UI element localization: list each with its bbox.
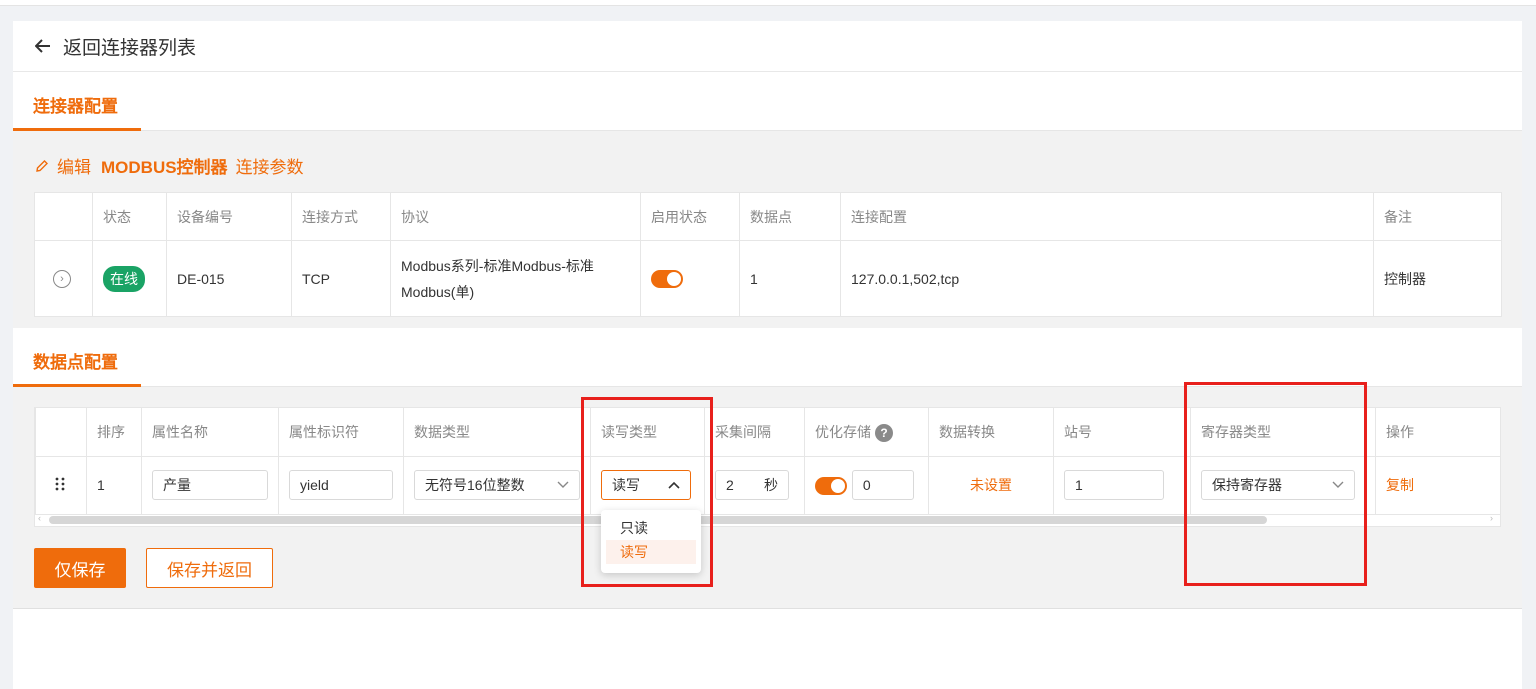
header-config: 连接配置 bbox=[840, 192, 1374, 241]
main-card: 返回连接器列表 连接器配置 编辑 MODBUS控制器 连接参数 状态 设备编号 … bbox=[13, 21, 1522, 689]
drag-cell[interactable] bbox=[35, 455, 87, 515]
header-attr-id: 属性标识符 bbox=[278, 408, 404, 457]
optimize-input[interactable]: 0 bbox=[851, 470, 914, 500]
status-badge: 在线 bbox=[103, 265, 145, 292]
arrow-left-icon bbox=[35, 39, 51, 53]
top-strip bbox=[0, 0, 1536, 6]
back-label: 返回连接器列表 bbox=[63, 37, 197, 59]
tab-label: 数据点配置 bbox=[33, 353, 118, 372]
points-cell: 1 bbox=[739, 240, 841, 317]
tab-label: 连接器配置 bbox=[33, 97, 118, 116]
device-id-cell: DE-015 bbox=[166, 240, 292, 317]
back-to-list-link[interactable]: 返回连接器列表 bbox=[13, 21, 1522, 72]
enabled-toggle[interactable] bbox=[651, 269, 683, 288]
drag-handle-icon[interactable] bbox=[54, 476, 66, 492]
enabled-cell bbox=[640, 240, 740, 317]
connector-table: 状态 设备编号 连接方式 协议 启用状态 数据点 连接配置 备注 › 在线 DE… bbox=[34, 192, 1502, 317]
table-row: › 在线 DE-015 TCP Modbus系列-标准Modbus-标准 Mod… bbox=[34, 240, 1502, 317]
save-only-button[interactable]: 仅保存 bbox=[34, 548, 126, 588]
expand-cell[interactable]: › bbox=[34, 240, 93, 317]
help-icon[interactable]: ? bbox=[875, 423, 893, 442]
connector-panel: 编辑 MODBUS控制器 连接参数 状态 设备编号 连接方式 协议 启用状态 数… bbox=[13, 131, 1522, 328]
remark-cell: 控制器 bbox=[1373, 240, 1502, 317]
header-optimize: 优化存储? bbox=[804, 408, 929, 457]
edit-suffix: 连接参数 bbox=[235, 158, 304, 177]
attr-id-input[interactable]: yield bbox=[289, 470, 393, 500]
header-optimize-label: 优化存储 bbox=[815, 423, 871, 440]
table-header-row: 状态 设备编号 连接方式 协议 启用状态 数据点 连接配置 备注 bbox=[34, 192, 1502, 241]
config-cell: 127.0.0.1,502,tcp bbox=[840, 240, 1374, 317]
protocol-line-2: Modbus(单) bbox=[401, 283, 475, 300]
interval-unit: 秒 bbox=[764, 477, 778, 493]
conversion-link[interactable]: 未设置 bbox=[970, 477, 1012, 493]
protocol-line-1: Modbus系列-标准Modbus-标准 bbox=[401, 257, 594, 274]
data-type-value: 无符号16位整数 bbox=[425, 477, 525, 493]
scroll-right-icon[interactable]: › bbox=[1490, 513, 1493, 523]
copy-link[interactable]: 复制 bbox=[1386, 477, 1414, 493]
header-attr-name: 属性名称 bbox=[141, 408, 279, 457]
edit-prefix: 编辑 bbox=[57, 158, 91, 177]
header-device-id: 设备编号 bbox=[166, 192, 292, 241]
order-cell: 1 bbox=[86, 455, 142, 515]
header-points: 数据点 bbox=[739, 192, 841, 241]
connector-name: MODBUS控制器 bbox=[101, 158, 228, 177]
chevron-down-icon bbox=[557, 481, 569, 489]
header-station: 站号 bbox=[1053, 408, 1191, 457]
interval-value: 2 bbox=[726, 477, 734, 493]
attr-name-input[interactable]: 产量 bbox=[152, 470, 268, 500]
data-type-select[interactable]: 无符号16位整数 bbox=[414, 470, 580, 500]
scroll-left-icon[interactable]: ‹ bbox=[38, 513, 41, 523]
header-cell bbox=[34, 192, 93, 241]
station-cell: 1 bbox=[1053, 455, 1191, 515]
station-input[interactable]: 1 bbox=[1064, 470, 1164, 500]
optimize-cell: 0 bbox=[804, 455, 929, 515]
header-interval: 采集间隔 bbox=[704, 408, 805, 457]
header-conversion: 数据转换 bbox=[928, 408, 1054, 457]
highlight-box-rw-type bbox=[581, 397, 713, 587]
edit-heading: 编辑 MODBUS控制器 连接参数 bbox=[35, 153, 304, 178]
protocol-cell: Modbus系列-标准Modbus-标准 Modbus(单) bbox=[390, 240, 641, 317]
interval-input[interactable]: 2 秒 bbox=[715, 470, 789, 500]
header-status: 状态 bbox=[92, 192, 167, 241]
attr-name-cell: 产量 bbox=[141, 455, 279, 515]
section-tab-connector[interactable]: 连接器配置 bbox=[13, 72, 1522, 131]
header-enabled: 启用状态 bbox=[640, 192, 740, 241]
action-cell: 复制 bbox=[1375, 455, 1500, 515]
save-and-return-button[interactable]: 保存并返回 bbox=[146, 548, 273, 588]
highlight-box-register-type bbox=[1184, 382, 1367, 586]
header-protocol: 协议 bbox=[390, 192, 641, 241]
status-cell: 在线 bbox=[92, 240, 167, 317]
header-order: 排序 bbox=[86, 408, 142, 457]
section-tab-datapoints[interactable]: 数据点配置 bbox=[13, 328, 1522, 387]
optimize-toggle[interactable] bbox=[815, 477, 847, 496]
attr-id-cell: yield bbox=[278, 455, 404, 515]
header-action: 操作 bbox=[1375, 408, 1500, 457]
header-conn-type: 连接方式 bbox=[291, 192, 391, 241]
interval-cell: 2 秒 bbox=[704, 455, 805, 515]
conn-type-cell: TCP bbox=[291, 240, 391, 317]
pencil-icon bbox=[35, 159, 49, 173]
header-data-type: 数据类型 bbox=[403, 408, 591, 457]
header-remark: 备注 bbox=[1373, 192, 1502, 241]
data-type-cell: 无符号16位整数 bbox=[403, 455, 591, 515]
chevron-right-circle-icon[interactable]: › bbox=[53, 270, 71, 288]
header-drag bbox=[35, 408, 87, 457]
conversion-cell: 未设置 bbox=[928, 455, 1054, 515]
